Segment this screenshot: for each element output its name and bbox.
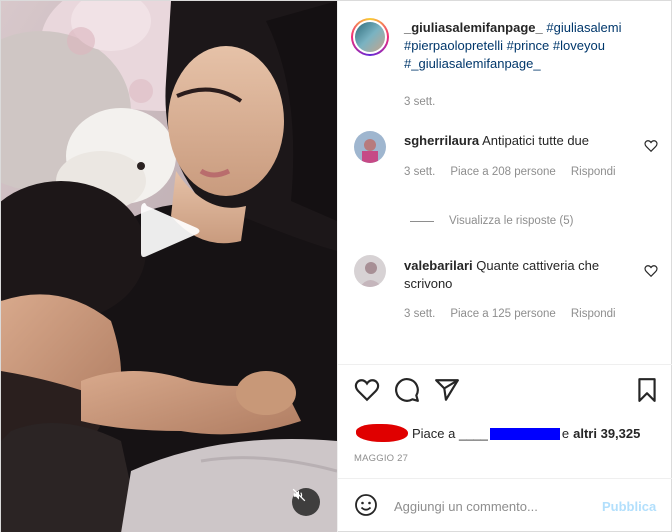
comment-text: sgherrilaura Antipatici tutte due — [404, 132, 619, 150]
reply-link[interactable]: Rispondi — [571, 308, 616, 320]
comment-likes[interactable]: Piace a 208 persone — [450, 166, 556, 178]
play-icon — [141, 203, 200, 257]
redacted-username — [489, 428, 560, 440]
hashtag-link[interactable]: #pierpaolopretelli — [404, 38, 503, 53]
comment-input[interactable] — [394, 495, 594, 517]
hashtag-link[interactable]: #loveyou — [553, 38, 605, 53]
emoji-button[interactable] — [354, 493, 378, 517]
view-replies-button[interactable]: Visualizza le risposte (5) — [410, 215, 573, 227]
like-button[interactable] — [354, 377, 380, 403]
author-avatar[interactable] — [351, 18, 389, 56]
bookmark-icon — [638, 378, 656, 402]
likes-count[interactable]: altri 39,325 — [573, 426, 640, 441]
post-modal: _giuliasalemifanpage_ #giuliasalemi #pie… — [0, 0, 672, 532]
divider — [338, 364, 672, 365]
publish-button[interactable]: Pubblica — [602, 499, 656, 514]
redacted-avatar — [356, 424, 408, 442]
comment-like-button[interactable] — [644, 264, 658, 278]
heart-icon — [644, 140, 658, 153]
post-caption: _giuliasalemifanpage_ #giuliasalemi #pie… — [404, 19, 654, 111]
replies-divider — [410, 220, 434, 222]
view-replies-label: Visualizza le risposte (5) — [449, 215, 574, 227]
divider — [338, 478, 672, 479]
mute-button[interactable] — [292, 488, 320, 516]
comment-meta: 3 sett. Piace a 125 persone Rispondi — [404, 308, 616, 320]
post-date[interactable]: MAGGIO 27 — [354, 453, 408, 464]
heart-icon — [354, 379, 380, 402]
comment-body: Antipatici tutte due — [482, 133, 590, 148]
smiley-icon — [355, 494, 377, 516]
hashtag-link[interactable]: #prince — [507, 38, 550, 53]
comment-likes[interactable]: Piace a 125 persone — [450, 308, 556, 320]
post-details-panel: _giuliasalemifanpage_ #giuliasalemi #pie… — [337, 1, 672, 532]
action-bar — [354, 377, 659, 405]
heart-icon — [644, 265, 658, 278]
comment-timestamp[interactable]: 3 sett. — [404, 166, 435, 178]
video-frame — [1, 1, 337, 532]
author-username[interactable]: _giuliasalemifanpage_ — [404, 20, 543, 35]
share-button[interactable] — [434, 377, 460, 403]
likes-connector: e — [561, 425, 570, 441]
reply-link[interactable]: Rispondi — [571, 166, 616, 178]
likes-prefix: Piace a ____ — [412, 425, 488, 441]
volume-muted-icon — [292, 488, 306, 502]
comment-like-button[interactable] — [644, 139, 658, 153]
likes-summary[interactable]: Piace a ____ e altri 39,325 — [356, 424, 640, 442]
comment-text: valebarilari Quante cattiveria che scriv… — [404, 257, 619, 293]
post-timestamp[interactable]: 3 sett. — [404, 93, 654, 111]
add-comment-form: Pubblica — [354, 491, 664, 521]
avatar[interactable] — [354, 255, 386, 287]
comment-username[interactable]: valebarilari — [404, 258, 473, 273]
hashtag-link[interactable]: #giuliasalemi — [546, 20, 621, 35]
comment-button[interactable] — [394, 377, 420, 403]
comment-icon — [395, 378, 419, 402]
avatar[interactable] — [354, 131, 386, 163]
paper-plane-icon — [435, 379, 459, 401]
hashtag-link[interactable]: #_giuliasalemifanpage_ — [404, 56, 541, 71]
comment-username[interactable]: sgherrilaura — [404, 133, 479, 148]
comment-meta: 3 sett. Piace a 208 persone Rispondi — [404, 166, 616, 178]
comment-timestamp[interactable]: 3 sett. — [404, 308, 435, 320]
play-button[interactable] — [139, 199, 203, 263]
video-player[interactable] — [1, 1, 337, 532]
save-button[interactable] — [634, 377, 660, 403]
